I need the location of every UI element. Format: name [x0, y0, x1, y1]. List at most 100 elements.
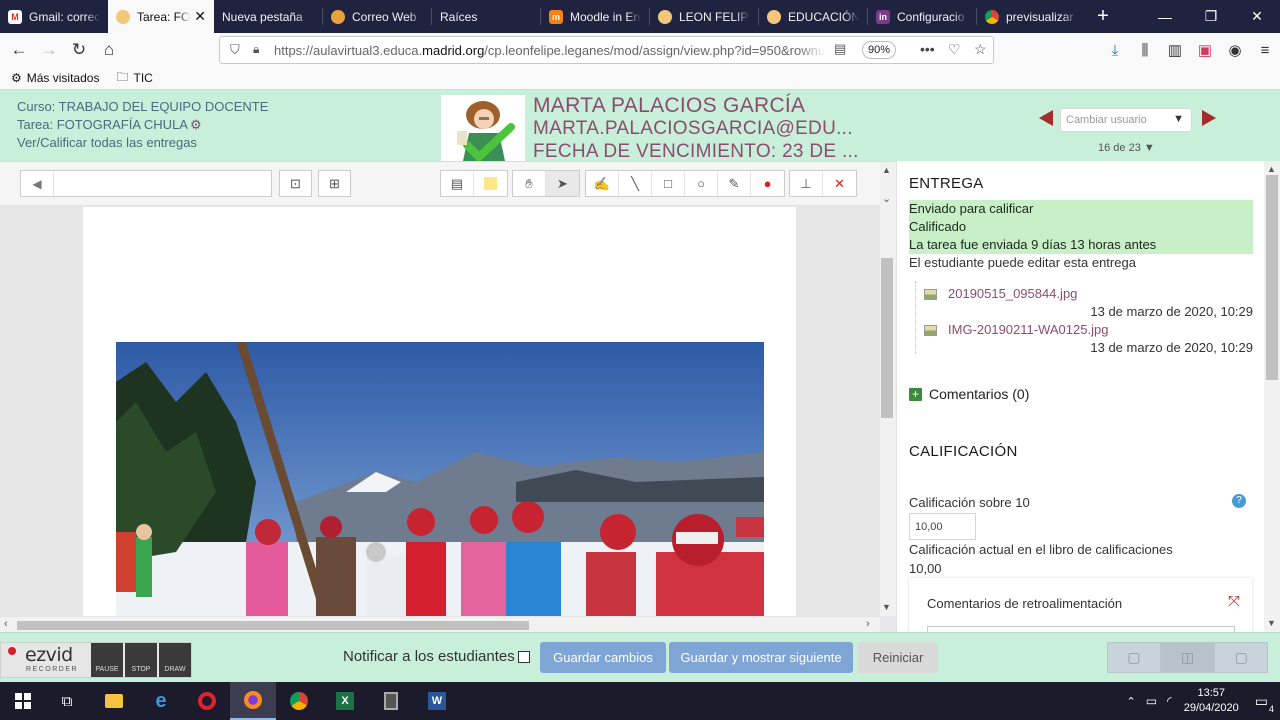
- editor-horizontal-scrollbar[interactable]: ‹ ›: [0, 616, 880, 633]
- excel-icon[interactable]: X: [322, 682, 368, 720]
- reset-button[interactable]: Reiniciar: [858, 642, 938, 673]
- previous-user-icon[interactable]: [1039, 110, 1053, 126]
- notification-center-icon[interactable]: ▭ 4: [1255, 693, 1274, 714]
- change-user-select[interactable]: Cambiar usuario ▼: [1060, 108, 1192, 132]
- windows-start-icon[interactable]: [0, 682, 46, 720]
- downloads-icon[interactable]: ⤓: [1100, 33, 1130, 67]
- rectangle-icon[interactable]: □: [652, 171, 685, 196]
- library-icon[interactable]: ⫼: [1130, 33, 1160, 67]
- restore-icon[interactable]: ❐: [1188, 0, 1234, 33]
- reader-view-icon[interactable]: ▤: [834, 41, 846, 57]
- url-bar[interactable]: ⛉ 🔒︎ https://aulavirtual3.educa.madrid.o…: [219, 36, 994, 64]
- pocket-list-icon[interactable]: ▣: [1190, 33, 1220, 67]
- grade-input[interactable]: 10,00: [909, 513, 976, 540]
- tab-tarea[interactable]: Tarea: FOT ✕: [108, 0, 214, 33]
- stop-recording-button[interactable]: STOP: [125, 643, 157, 677]
- tab-previsualizar[interactable]: previsualizar: [977, 0, 1085, 33]
- tab-leon-felipe[interactable]: LEON FELIPE: [650, 0, 758, 33]
- scroll-down-icon[interactable]: ▼: [882, 602, 891, 612]
- user-name[interactable]: MARTA PALACIOS GARCÍA: [533, 94, 859, 117]
- battery-icon[interactable]: ▭: [1146, 694, 1157, 708]
- scroll-thumb[interactable]: [17, 621, 529, 630]
- draw-button[interactable]: DRAW: [159, 643, 191, 677]
- scroll-up-icon[interactable]: ▲: [1267, 164, 1276, 174]
- tab-correo-web[interactable]: Correo Web: [323, 0, 431, 33]
- fullscreen-icon[interactable]: ⤧: [1228, 593, 1240, 610]
- previous-page-icon[interactable]: ◀: [21, 171, 54, 196]
- menu-icon[interactable]: ≡: [1250, 33, 1280, 67]
- expand-icon[interactable]: ⊞: [318, 170, 351, 197]
- panel-scrollbar[interactable]: ▲ ▼: [1264, 161, 1280, 632]
- new-tab-button[interactable]: +: [1085, 0, 1121, 33]
- scroll-right-icon[interactable]: ›: [866, 618, 870, 630]
- hand-icon[interactable]: ✋︎: [513, 171, 546, 196]
- bookmark-tic[interactable]: 🗀 TIC: [105, 68, 158, 89]
- select-pointer-icon[interactable]: ➤: [546, 171, 579, 196]
- url-text[interactable]: https://aulavirtual3.educa.madrid.org/cp…: [274, 43, 826, 58]
- settings-gear-icon[interactable]: ⚙: [190, 117, 202, 132]
- close-window-icon[interactable]: ✕: [1234, 0, 1280, 33]
- layout-default-icon[interactable]: ◫: [1160, 642, 1215, 673]
- firefox-icon[interactable]: [230, 682, 276, 720]
- edge-icon[interactable]: e: [138, 682, 184, 720]
- page-actions-icon[interactable]: •••: [920, 41, 935, 57]
- reload-icon[interactable]: ↻: [64, 35, 94, 65]
- comments-toggle[interactable]: + Comentarios (0): [909, 386, 1029, 402]
- view-all-link[interactable]: Ver/Calificar todas las entregas: [17, 134, 268, 152]
- tab-educacion[interactable]: EDUCACIÓN: [759, 0, 867, 33]
- circle-icon[interactable]: ○: [685, 171, 718, 196]
- sidebar-icon[interactable]: ▥: [1160, 33, 1190, 67]
- scroll-left-icon[interactable]: ‹: [4, 618, 8, 630]
- wifi-icon[interactable]: ◜: [1167, 694, 1172, 708]
- task-link[interactable]: Tarea: FOTOGRAFÍA CHULA: [17, 117, 188, 132]
- course-link[interactable]: Curso: TRABAJO DEL EQUIPO DOCENTE: [17, 98, 268, 116]
- scroll-thumb[interactable]: [881, 258, 893, 418]
- file-link[interactable]: IMG-20190211-WA0125.jpg: [948, 322, 1108, 337]
- stamp-icon[interactable]: ⊥: [790, 171, 823, 196]
- tab-raices[interactable]: Raíces: [432, 0, 540, 33]
- next-user-icon[interactable]: [1202, 110, 1216, 126]
- bookmark-mas-visitados[interactable]: ⚙ Más visitados: [0, 71, 105, 85]
- tab-nueva-pestana[interactable]: Nueva pestaña: [214, 0, 322, 33]
- pen-icon[interactable]: ✍: [586, 171, 619, 196]
- opera-icon[interactable]: [184, 682, 230, 720]
- task-view-icon[interactable]: ⧉: [44, 682, 90, 720]
- layout-collapse-grader-icon[interactable]: ▢: [1107, 642, 1161, 673]
- comment-icon[interactable]: ▤: [441, 171, 474, 196]
- scroll-thumb[interactable]: [1266, 175, 1278, 380]
- notify-checkbox[interactable]: [517, 650, 530, 663]
- pause-recording-button[interactable]: PAUSE: [91, 643, 123, 677]
- help-icon[interactable]: ?: [1232, 494, 1246, 508]
- chrome-icon[interactable]: [276, 682, 322, 720]
- file-explorer-icon[interactable]: [91, 682, 137, 720]
- tab-gmail[interactable]: M Gmail: correo: [0, 0, 108, 33]
- page-navigator[interactable]: ◀: [20, 170, 272, 197]
- save-changes-button[interactable]: Guardar cambios: [540, 642, 666, 673]
- notify-students[interactable]: Notificar a los estudiantes: [343, 648, 530, 665]
- calculator-icon[interactable]: [368, 682, 414, 720]
- line-icon[interactable]: ╲: [619, 171, 652, 196]
- editor-vertical-scrollbar[interactable]: ▲ ⌄ ▼: [880, 162, 896, 616]
- document-viewport[interactable]: [0, 207, 880, 616]
- highlighter-icon[interactable]: ✎: [718, 171, 751, 196]
- chevron-down-icon[interactable]: ⌄: [882, 192, 891, 205]
- layout-collapse-review-icon[interactable]: ▢: [1214, 642, 1269, 673]
- filter-icon[interactable]: ▼: [1144, 142, 1155, 154]
- close-tab-icon[interactable]: ✕: [194, 8, 206, 25]
- account-icon[interactable]: ◉: [1220, 33, 1250, 67]
- scroll-up-icon[interactable]: ▲: [882, 165, 891, 175]
- color-drop-icon[interactable]: ●: [751, 171, 784, 196]
- file-link[interactable]: 20190515_095844.jpg: [948, 286, 1077, 301]
- minimize-icon[interactable]: —: [1142, 0, 1188, 33]
- save-and-next-button[interactable]: Guardar y mostrar siguiente: [669, 642, 853, 673]
- back-icon[interactable]: ←: [4, 35, 34, 65]
- word-icon[interactable]: W: [414, 682, 460, 720]
- color-swatch-icon[interactable]: [474, 171, 507, 196]
- forward-icon[interactable]: →: [34, 35, 64, 65]
- search-comments-icon[interactable]: ⊡: [279, 170, 312, 197]
- tab-moodle-in-english[interactable]: m Moodle in En: [541, 0, 649, 33]
- home-icon[interactable]: ⌂: [94, 35, 124, 65]
- delete-annotation-icon[interactable]: ✕: [823, 171, 856, 196]
- bookmark-star-icon[interactable]: ☆: [974, 41, 987, 58]
- scroll-down-icon[interactable]: ▼: [1267, 618, 1276, 628]
